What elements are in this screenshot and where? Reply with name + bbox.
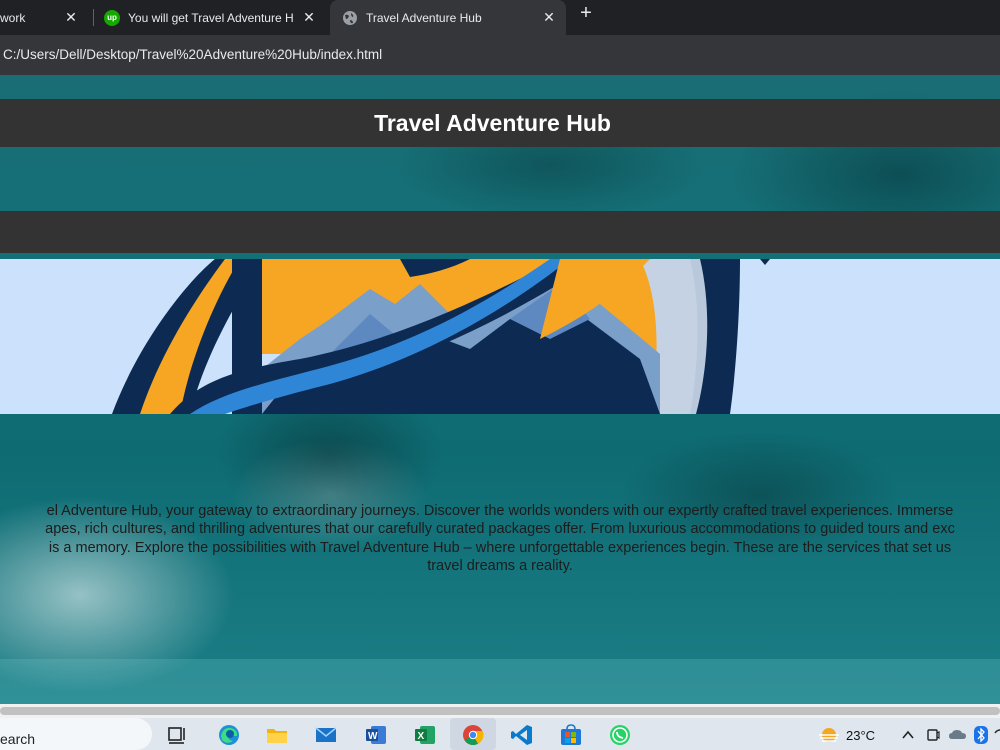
chrome-icon[interactable]: [461, 724, 485, 746]
whatsapp-icon[interactable]: [608, 724, 632, 746]
scrollbar-thumb[interactable]: [0, 707, 1000, 715]
logo-banner: [0, 259, 1000, 414]
globe-icon: [343, 10, 357, 25]
tab-travel-adventure-hub[interactable]: Travel Adventure Hub ✕: [330, 0, 566, 35]
intro-line: travel dreams a reality.: [427, 557, 573, 574]
tab-label: You will get Travel Adventure H: [128, 10, 294, 25]
onedrive-icon[interactable]: [948, 727, 968, 743]
site-title: Travel Adventure Hub: [374, 109, 611, 136]
svg-text:W: W: [368, 731, 378, 742]
tab-label: work: [0, 10, 26, 25]
excel-icon[interactable]: X: [413, 724, 437, 746]
tab-close-icon[interactable]: ✕: [64, 10, 78, 24]
intro-line: is a memory. Explore the possibilities w…: [48, 539, 952, 556]
tab-separator: [93, 9, 94, 26]
weather-temperature: 23°C: [846, 727, 876, 743]
tab-close-icon[interactable]: ✕: [302, 10, 316, 24]
intro-line: el Adventure Hub, your gateway to extrao…: [46, 503, 954, 519]
travel-logo-image: [112, 259, 770, 414]
address-bar[interactable]: C:/Users/Dell/Desktop/Travel%20Adventure…: [3, 47, 382, 62]
tab-work[interactable]: work ✕: [0, 0, 90, 35]
tab-strip: work ✕ up You will get Travel Adventure …: [0, 0, 1000, 35]
new-tab-button[interactable]: +: [575, 3, 597, 25]
chevron-up-icon[interactable]: [900, 728, 916, 742]
mail-icon[interactable]: [314, 724, 338, 746]
bluetooth-icon[interactable]: [974, 726, 988, 744]
microsoft-store-icon[interactable]: [559, 724, 583, 746]
search-box-text: earch: [0, 731, 36, 747]
task-view-icon[interactable]: [166, 724, 190, 746]
meet-now-icon[interactable]: [926, 727, 940, 743]
network-icon[interactable]: [994, 727, 1000, 743]
taskbar: earch W X 23°C: [0, 718, 1000, 750]
nav-bar: [0, 211, 1000, 253]
taskbar-search-box[interactable]: earch: [0, 718, 152, 750]
horizontal-scrollbar[interactable]: [0, 704, 1000, 718]
intro-paragraph: el Adventure Hub, your gateway to extrao…: [0, 502, 1000, 575]
sun-haze-icon: [819, 728, 839, 742]
tab-close-icon[interactable]: ✕: [542, 10, 556, 24]
intro-line: apes, rich cultures, and thrilling adven…: [45, 521, 955, 538]
edge-icon[interactable]: [217, 724, 241, 746]
svg-text:X: X: [418, 731, 425, 742]
upwork-favicon-icon: up: [104, 9, 120, 26]
word-icon[interactable]: W: [364, 724, 388, 746]
tab-label: Travel Adventure Hub: [366, 10, 482, 25]
site-header: Travel Adventure Hub: [0, 99, 1000, 147]
file-explorer-icon[interactable]: [265, 724, 289, 746]
vscode-icon[interactable]: [510, 724, 534, 746]
weather-widget[interactable]: 23°C: [818, 726, 875, 744]
page-viewport: Travel Adventure Hub el Adventure Hub, y…: [0, 75, 1000, 704]
tab-upwork[interactable]: up You will get Travel Adventure H ✕: [98, 0, 326, 35]
footer-strip: [0, 659, 1000, 704]
